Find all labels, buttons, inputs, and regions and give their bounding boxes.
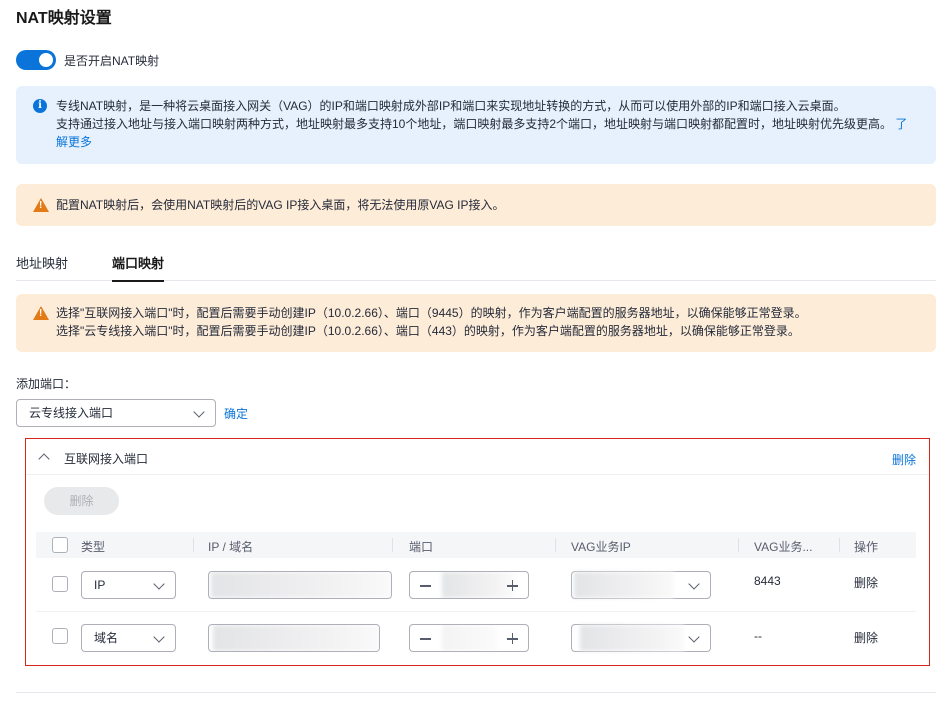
confirm-add-port-link[interactable]: 确定	[224, 405, 248, 422]
redacted-value	[442, 625, 497, 651]
plus-icon	[511, 580, 513, 591]
tab-address-mapping[interactable]: 地址映射	[16, 253, 68, 280]
nat-toggle-label: 是否开启NAT映射	[64, 53, 160, 68]
chevron-down-icon	[688, 631, 700, 643]
row-checkbox[interactable]	[52, 628, 68, 644]
chevron-up-icon[interactable]	[38, 453, 50, 465]
table-header: 类型 IP / 域名 端口 VAG业务IP VAG业务... 操作	[36, 532, 916, 558]
page-title: NAT映射设置	[16, 10, 112, 27]
port-warning-line-2: 选择"云专线接入端口"时，配置后需要手动创建IP（10.0.2.66）、端口（4…	[56, 324, 800, 338]
row-type-select[interactable]: 域名	[81, 624, 176, 652]
warning-alert-nat: ! 配置NAT映射后，会使用NAT映射后的VAG IP接入桌面，将无法使用原VA…	[16, 184, 936, 226]
column-divider	[392, 538, 393, 552]
redacted-value	[211, 572, 391, 598]
port-warning-line-1: 选择"互联网接入端口"时，配置后需要手动创建IP（10.0.2.66）、端口（9…	[56, 306, 807, 320]
minus-icon[interactable]	[420, 585, 431, 587]
divider	[16, 692, 936, 693]
column-header-ip-domain: IP / 域名	[208, 540, 254, 554]
column-header-vag-ip: VAG业务IP	[571, 540, 631, 554]
warning-icon: !	[33, 198, 49, 212]
row-delete-link[interactable]: 删除	[854, 574, 878, 591]
table-row: IP 8443 删除	[36, 560, 916, 612]
batch-delete-button[interactable]: 删除	[44, 487, 119, 515]
warning-alert-port: ! 选择"互联网接入端口"时，配置后需要手动创建IP（10.0.2.66）、端口…	[16, 294, 936, 352]
tab-port-mapping[interactable]: 端口映射	[112, 253, 165, 282]
port-stepper[interactable]	[409, 571, 529, 599]
redacted-value	[574, 572, 674, 598]
minus-icon[interactable]	[420, 638, 431, 640]
plus-icon	[511, 633, 513, 644]
column-divider	[193, 538, 194, 552]
info-alert: i 专线NAT映射，是一种将云桌面接入网关（VAG）的IP和端口映射成外部IP和…	[16, 86, 936, 164]
internet-port-panel: 互联网接入端口 删除 删除 类型 IP / 域名 端口 VAG业务IP VAG业…	[25, 438, 930, 666]
row-type-value: IP	[94, 578, 106, 592]
column-header-action: 操作	[854, 540, 879, 554]
column-divider	[839, 538, 840, 552]
warning-text: 配置NAT映射后，会使用NAT映射后的VAG IP接入桌面，将无法使用原VAG …	[56, 198, 505, 212]
info-icon: i	[33, 99, 47, 113]
learn-more-link-b[interactable]: 解更多	[56, 133, 920, 151]
learn-more-link-a[interactable]: 了	[895, 117, 907, 131]
info-line-1: 专线NAT映射，是一种将云桌面接入网关（VAG）的IP和端口映射成外部IP和端口…	[56, 99, 846, 113]
port-stepper[interactable]	[409, 624, 529, 652]
add-port-label: 添加端口：	[16, 377, 77, 391]
nat-toggle-row: 是否开启NAT映射	[16, 50, 159, 70]
chevron-down-icon	[688, 578, 700, 590]
column-header-port: 端口	[409, 540, 434, 554]
column-header-type: 类型	[81, 540, 106, 554]
select-all-checkbox[interactable]	[52, 537, 68, 553]
panel-title: 互联网接入端口	[64, 452, 149, 466]
redacted-value	[442, 572, 514, 598]
info-line-2: 支持通过接入地址与接入端口映射两种方式，地址映射最多支持10个地址，端口映射最多…	[56, 115, 920, 133]
column-divider	[555, 538, 556, 552]
column-divider	[738, 538, 739, 552]
nat-mapping-switch[interactable]	[16, 50, 56, 70]
panel-header[interactable]: 互联网接入端口 删除	[26, 439, 929, 475]
mapping-tabs: 地址映射 端口映射	[16, 253, 936, 282]
port-type-select-value: 云专线接入端口	[29, 406, 114, 420]
delete-panel-link[interactable]: 删除	[892, 451, 916, 468]
vag-ip-select[interactable]	[571, 624, 711, 652]
table-row: 域名 -- 删除	[36, 614, 916, 666]
info-line-2-text: 支持通过接入地址与接入端口映射两种方式，地址映射最多支持10个地址，端口映射最多…	[56, 117, 893, 131]
redacted-value	[213, 625, 379, 651]
chevron-down-icon	[193, 406, 205, 418]
row-checkbox[interactable]	[52, 576, 68, 592]
chevron-down-icon	[153, 631, 165, 643]
ip-domain-input[interactable]	[208, 571, 392, 599]
port-type-select[interactable]: 云专线接入端口	[16, 399, 216, 427]
vag-ip-select[interactable]	[571, 571, 711, 599]
row-type-value: 域名	[94, 631, 119, 645]
column-header-vag-port: VAG业务...	[754, 540, 813, 554]
ip-domain-input[interactable]	[208, 624, 380, 652]
row-delete-link[interactable]: 删除	[854, 629, 878, 646]
row-type-select[interactable]: IP	[81, 571, 176, 599]
vag-port-value: 8443	[754, 574, 781, 588]
redacted-value	[580, 625, 684, 651]
warning-icon: !	[33, 306, 49, 320]
vag-port-value: --	[754, 629, 762, 643]
chevron-down-icon	[153, 578, 165, 590]
